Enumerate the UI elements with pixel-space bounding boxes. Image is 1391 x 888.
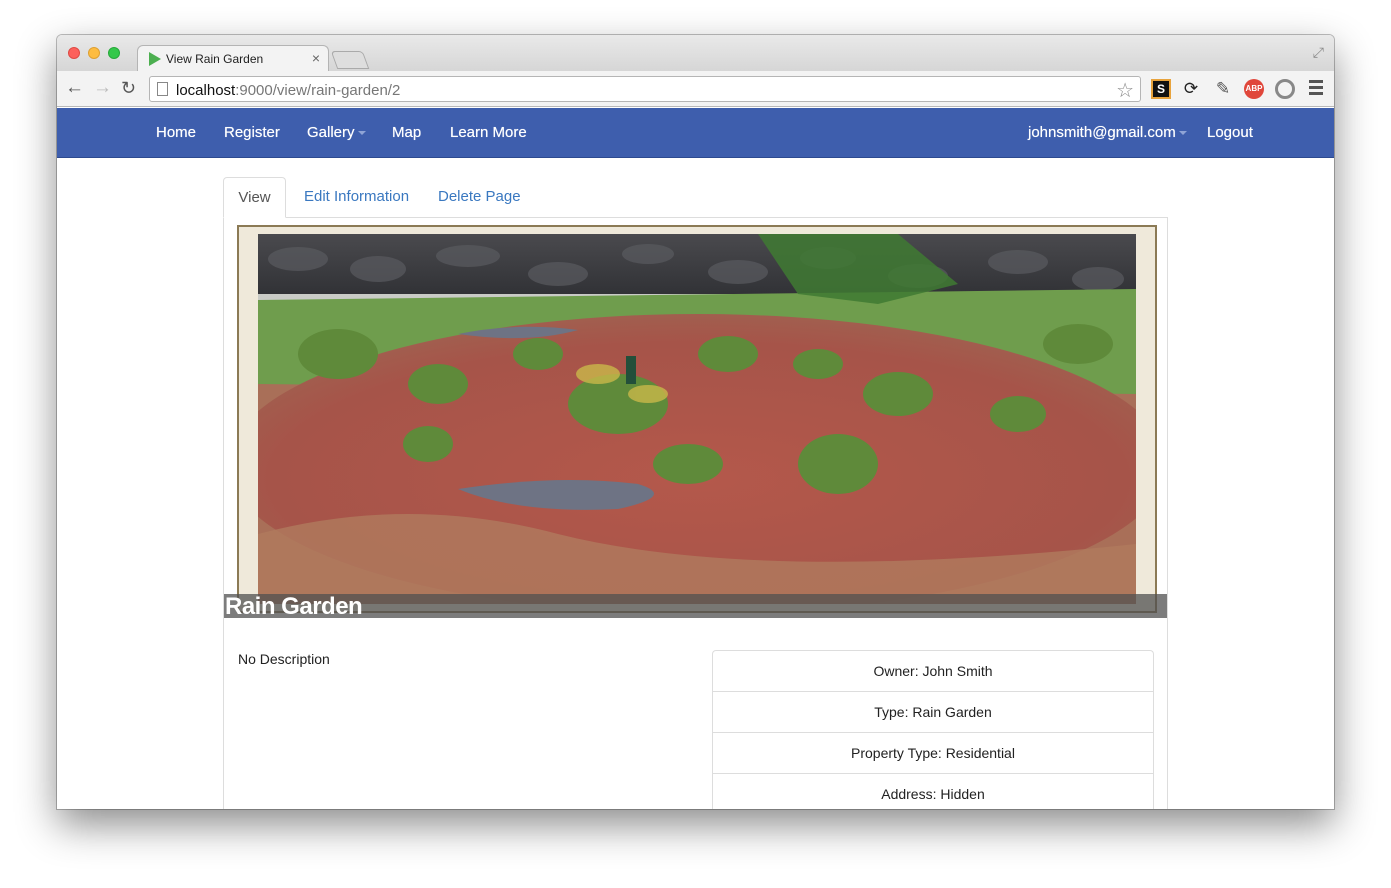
garden-description: No Description xyxy=(238,651,330,667)
url-path: :9000/view/rain-garden/2 xyxy=(235,82,401,99)
nav-gallery[interactable]: Gallery xyxy=(307,124,366,141)
garden-title: Rain Garden xyxy=(225,593,363,620)
new-tab-button[interactable] xyxy=(330,51,370,69)
tab-delete-page[interactable]: Delete Page xyxy=(438,177,521,218)
zoom-window-button[interactable] xyxy=(108,47,120,59)
garden-title-bar: Rain Garden xyxy=(224,593,1167,620)
close-icon[interactable]: × xyxy=(312,50,320,66)
nav-register[interactable]: Register xyxy=(224,124,280,141)
reload-icon[interactable]: ↻ xyxy=(121,77,136,99)
tab-title: View Rain Garden xyxy=(166,52,264,66)
browser-window: View Rain Garden × ⤢ ← → ↻ localhost:900… xyxy=(57,35,1334,809)
nav-gallery-label: Gallery xyxy=(307,124,355,141)
extension-s-label: S xyxy=(1156,82,1165,96)
sync-extension-icon[interactable]: ⟳ xyxy=(1181,79,1201,99)
info-type: Type: Rain Garden xyxy=(713,692,1153,733)
fullscreen-icon[interactable]: ⤢ xyxy=(1313,44,1324,61)
close-window-button[interactable] xyxy=(68,47,80,59)
back-arrow-icon[interactable]: ← xyxy=(65,77,84,99)
browser-tab[interactable]: View Rain Garden × xyxy=(137,45,329,72)
caret-down-icon xyxy=(357,131,366,136)
eyedropper-icon[interactable]: ✎ xyxy=(1213,79,1233,99)
tab-strip: View Rain Garden × ⤢ xyxy=(57,35,1334,72)
menu-icon[interactable] xyxy=(1309,80,1323,98)
page-icon xyxy=(157,82,168,96)
nav-user-email: johnsmith@gmail.com xyxy=(1028,124,1176,141)
garden-panel: Rain Garden No Description Owner: John S… xyxy=(223,218,1168,809)
browser-toolbar: ← → ↻ localhost:9000/view/rain-garden/2 … xyxy=(57,71,1334,107)
info-address: Address: Hidden xyxy=(713,774,1153,809)
nav-logout[interactable]: Logout xyxy=(1207,124,1253,141)
tab-view[interactable]: View xyxy=(223,177,286,218)
info-owner: Owner: John Smith xyxy=(713,651,1153,692)
tab-edit-information[interactable]: Edit Information xyxy=(304,177,409,218)
site-navbar: Home Register Gallery Map Learn More joh… xyxy=(57,108,1334,158)
nav-learn-more[interactable]: Learn More xyxy=(450,124,527,141)
garden-info-list: Owner: John Smith Type: Rain Garden Prop… xyxy=(712,650,1154,809)
circle-extension-icon[interactable] xyxy=(1275,79,1295,99)
adblock-label: ABP xyxy=(1245,84,1263,93)
minimize-window-button[interactable] xyxy=(88,47,100,59)
nav-home[interactable]: Home xyxy=(156,124,196,141)
address-bar[interactable]: localhost:9000/view/rain-garden/2 ☆ xyxy=(149,76,1141,102)
page-tabs: View Edit Information Delete Page xyxy=(223,177,1168,218)
url-text[interactable]: localhost:9000/view/rain-garden/2 xyxy=(176,82,400,99)
url-host: localhost xyxy=(176,82,236,99)
forward-arrow-icon[interactable]: → xyxy=(93,77,112,99)
nav-user-menu[interactable]: johnsmith@gmail.com xyxy=(1028,124,1187,141)
bookmark-star-icon[interactable]: ☆ xyxy=(1116,78,1134,103)
garden-photo-frame xyxy=(237,225,1157,613)
caret-down-icon xyxy=(1178,131,1187,136)
extension-s-icon[interactable]: S xyxy=(1151,79,1171,99)
garden-photo xyxy=(258,234,1136,604)
nav-map[interactable]: Map xyxy=(392,124,421,141)
page-content: View Edit Information Delete Page Rain G… xyxy=(57,159,1334,809)
play-icon xyxy=(149,52,161,66)
garden-photo-image xyxy=(258,234,1136,604)
adblock-icon[interactable]: ABP xyxy=(1244,79,1264,99)
info-property-type: Property Type: Residential xyxy=(713,733,1153,774)
